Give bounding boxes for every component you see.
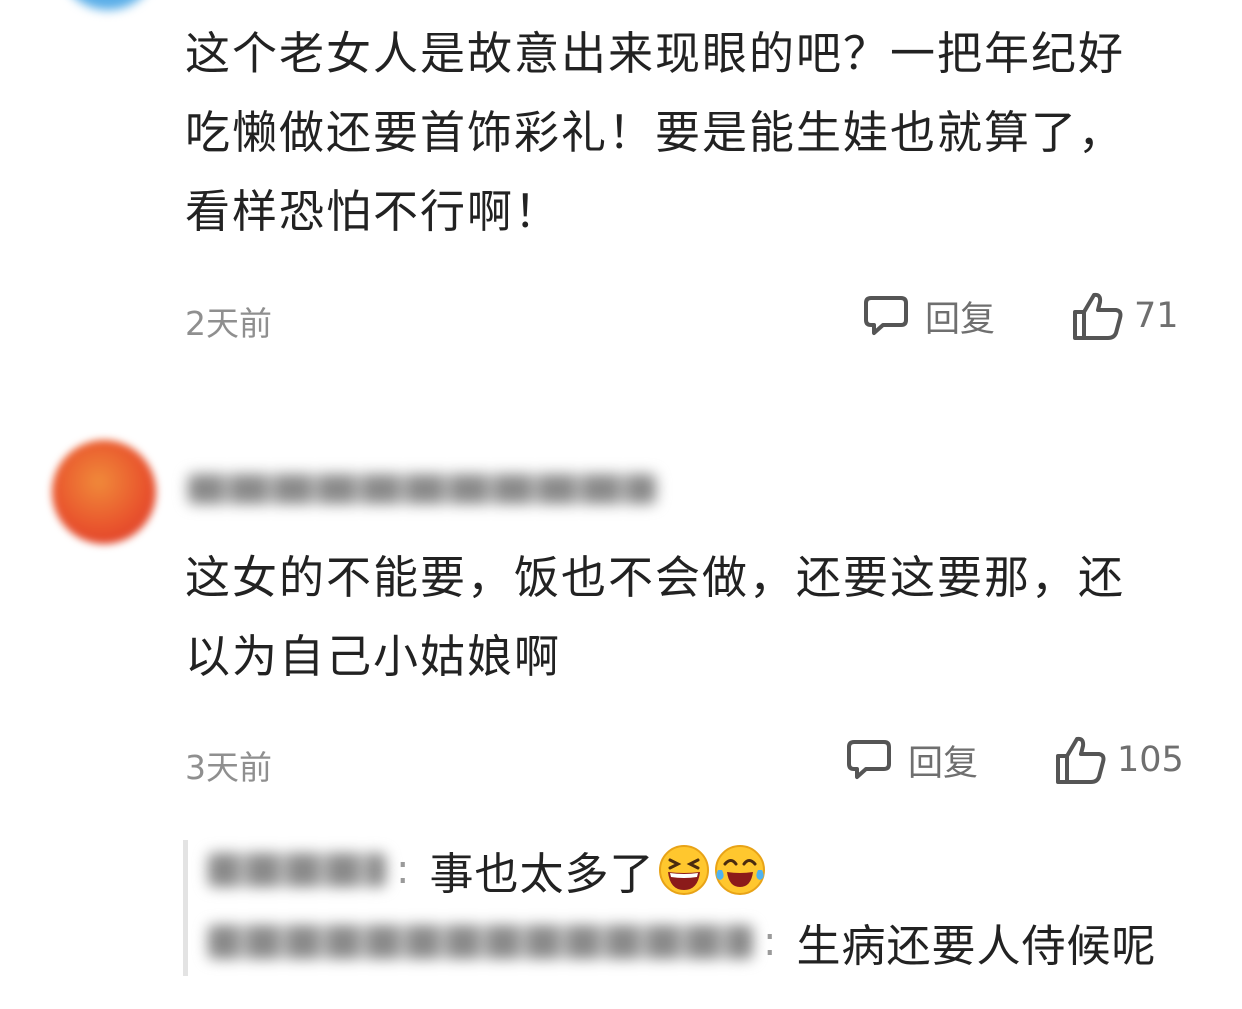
- reply-label: 回复: [925, 299, 996, 340]
- like-count: 71: [1134, 296, 1179, 336]
- avatar[interactable]: [58, 0, 158, 10]
- comment-time: 2天前: [185, 304, 272, 343]
- subreply-list[interactable]: : 事也太多了 : 生病还要人侍候呢: [183, 840, 1188, 976]
- thumbs-up-icon: [1056, 736, 1106, 784]
- subreply-text: 生病还要人侍候呢: [796, 921, 1157, 972]
- thumbs-up-icon: [1073, 292, 1123, 340]
- subreply-colon: :: [396, 847, 410, 893]
- reply-button[interactable]: 回复: [863, 291, 995, 341]
- reply-label: 回复: [908, 743, 979, 784]
- subreply-username-blurred[interactable]: [208, 925, 753, 959]
- comment-text: 这个老女人是故意出来现眼的吧？一把年纪好 吃懒做还要首饰彩礼！要是能生娃也就算了…: [185, 14, 1215, 251]
- like-button[interactable]: 71: [1072, 291, 1179, 341]
- grinning-squint-emoji-icon: [659, 845, 710, 895]
- comment-line: 这女的不能要，饭也不会做，还要这要那，还: [185, 551, 1126, 604]
- comment-line: 这个老女人是故意出来现眼的吧？一把年纪好: [185, 27, 1126, 80]
- comment-text: 这女的不能要，饭也不会做，还要这要那，还 以为自己小姑娘啊: [185, 538, 1215, 696]
- subreply-item[interactable]: : 生病还要人侍候呢: [208, 912, 1156, 972]
- comment-time: 3天前: [185, 748, 272, 787]
- comment-meta-row: 3天前 回复 105: [185, 735, 1184, 787]
- subreply-text: 事也太多了: [429, 849, 655, 900]
- comment-bubble-icon: [847, 740, 891, 779]
- subreply-item[interactable]: : 事也太多了: [208, 840, 766, 900]
- tears-of-joy-emoji-icon: [715, 845, 766, 895]
- comment-bubble-icon: [864, 296, 908, 335]
- comment-meta-row: 2天前 回复 71: [185, 291, 1179, 343]
- like-count: 105: [1117, 740, 1184, 780]
- comment-line: 吃懒做还要首饰彩礼！要是能生娃也就算了，: [185, 106, 1126, 159]
- like-button[interactable]: 105: [1055, 735, 1184, 785]
- subreply-username-blurred[interactable]: [208, 853, 386, 887]
- subreply-colon: :: [763, 919, 777, 965]
- reply-button[interactable]: 回复: [846, 735, 978, 785]
- username-blurred[interactable]: [188, 468, 656, 508]
- avatar[interactable]: [52, 440, 156, 544]
- comment-line: 以为自己小姑娘啊: [185, 630, 562, 683]
- comment-line: 看样恐怕不行啊！: [185, 185, 562, 238]
